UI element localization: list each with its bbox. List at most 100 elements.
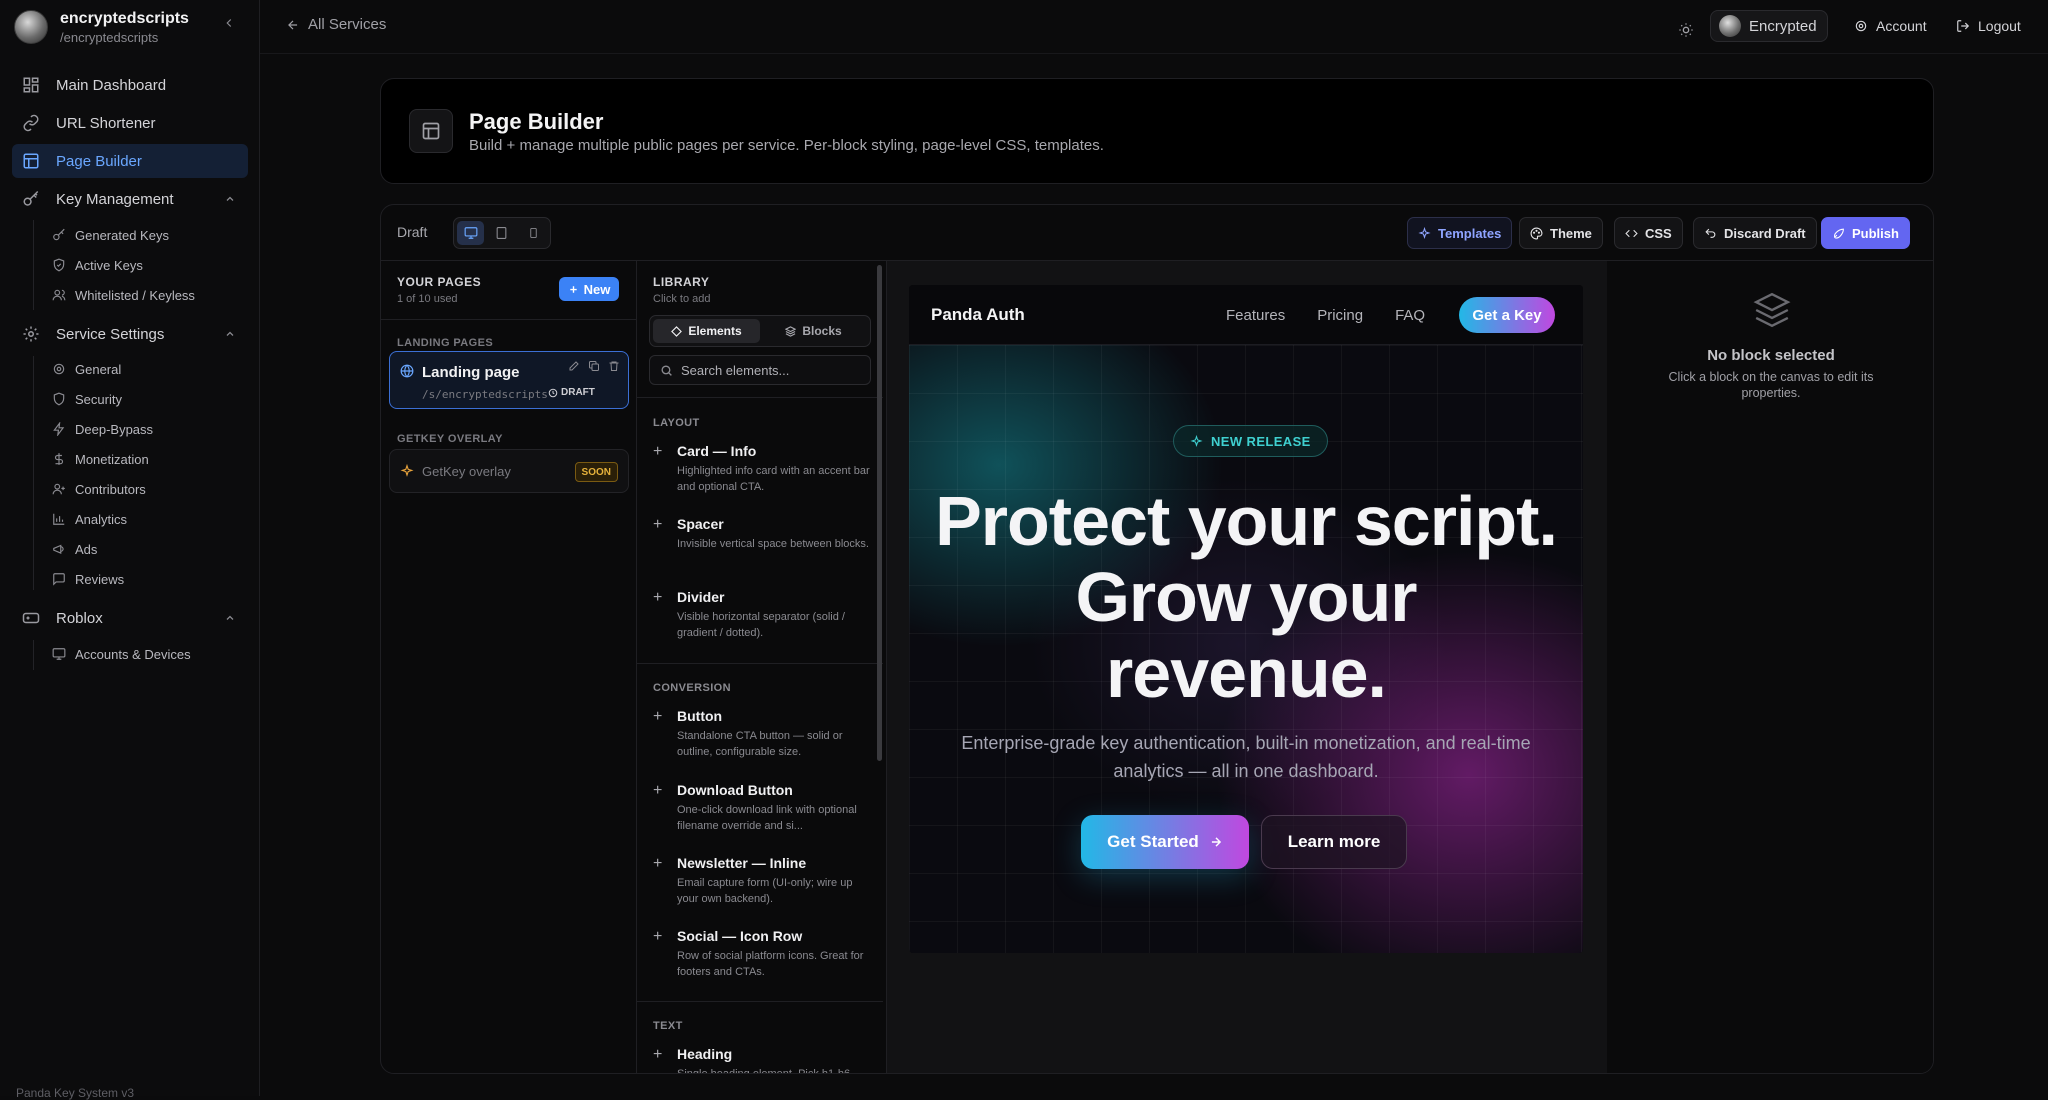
sub-whitelisted[interactable]: Whitelisted / Keyless [52, 282, 195, 308]
no-selection-desc: Click a block on the canvas to edit its … [1668, 370, 1874, 400]
dashboard-icon [22, 76, 40, 94]
sub-label: General [75, 361, 122, 377]
sub-analytics[interactable]: Analytics [52, 506, 127, 532]
nav-roblox[interactable]: Roblox [12, 601, 248, 635]
logout-icon [1956, 19, 1970, 33]
preview-link-faq[interactable]: FAQ [1395, 307, 1425, 324]
sub-general[interactable]: General [52, 356, 121, 382]
status-label: DRAFT [561, 387, 595, 398]
new-label: New [583, 281, 611, 297]
soon-badge: SOON [574, 462, 618, 482]
profile-name: encryptedscripts [60, 10, 189, 27]
chevron-up-icon [224, 193, 236, 205]
library-title: LIBRARY [653, 275, 710, 289]
dollar-icon [52, 452, 66, 466]
publish-button[interactable]: Publish [1821, 217, 1910, 249]
pages-used: 1 of 10 used [397, 293, 458, 305]
search-input[interactable] [681, 362, 861, 378]
nav-service-settings[interactable]: Service Settings [12, 317, 248, 351]
theme-toggle[interactable] [1678, 14, 1694, 46]
sun-icon [1678, 22, 1694, 38]
user-label: Encrypted [1749, 17, 1817, 35]
sub-accounts-devices[interactable]: Accounts & Devices [52, 641, 191, 667]
page-header: Page Builder Build + manage multiple pub… [380, 78, 1934, 184]
new-page-button[interactable]: New [559, 277, 619, 301]
preview-link-pricing[interactable]: Pricing [1317, 307, 1363, 324]
sub-contributors[interactable]: Contributors [52, 476, 146, 502]
mobile-icon[interactable] [520, 221, 547, 245]
pages-title: YOUR PAGES [397, 275, 482, 289]
nav-label: Service Settings [56, 325, 165, 343]
theme-button[interactable]: Theme [1519, 217, 1603, 249]
sub-ads[interactable]: Ads [52, 536, 97, 562]
sub-label: Accounts & Devices [75, 646, 191, 662]
sub-generated-keys[interactable]: Generated Keys [52, 222, 169, 248]
logout-label: Logout [1978, 18, 2021, 34]
page-card-landing[interactable]: Landing page /s/encryptedscripts DRAFT [389, 351, 629, 409]
element-desc: One-click download link with optional fi… [677, 804, 857, 832]
builder: Draft Templates Theme CSS Discard Draft … [380, 204, 1934, 1074]
collapse-sidebar-icon[interactable] [222, 16, 236, 30]
section-conversion: CONVERSION [653, 682, 731, 694]
profile[interactable]: encryptedscripts /encryptedscripts [14, 8, 254, 48]
sub-label: Whitelisted / Keyless [75, 287, 195, 303]
sub-label: Ads [75, 541, 98, 557]
megaphone-icon [52, 542, 66, 556]
trash-icon[interactable] [608, 360, 620, 372]
desktop-icon[interactable] [457, 221, 485, 245]
nav-main-dashboard[interactable]: Main Dashboard [12, 68, 248, 102]
css-button[interactable]: CSS [1614, 217, 1683, 249]
gear-icon [52, 362, 66, 376]
discard-draft-button[interactable]: Discard Draft [1693, 217, 1817, 249]
logout-button[interactable]: Logout [1956, 10, 2021, 42]
nav-label: Key Management [56, 190, 174, 208]
discard-label: Discard Draft [1724, 225, 1806, 241]
preview-link-features[interactable]: Features [1226, 307, 1285, 324]
preview-get-key-button[interactable]: Get a Key [1459, 297, 1555, 333]
back-link[interactable]: All Services [286, 16, 386, 33]
link-icon [22, 114, 40, 132]
nav-url-shortener[interactable]: URL Shortener [12, 106, 248, 140]
sub-monetization[interactable]: Monetization [52, 446, 149, 472]
sub-security[interactable]: Security [52, 386, 122, 412]
page-card-overlay[interactable]: GetKey overlay SOON [389, 449, 629, 493]
element-name: Newsletter — Inline [677, 855, 807, 871]
element-desc: Row of social platform icons. Great for … [677, 950, 864, 978]
sub-deep-bypass[interactable]: Deep-Bypass [52, 416, 153, 442]
preview-hero: NEW RELEASE Protect your script. Grow yo… [909, 345, 1583, 953]
user-menu[interactable]: Encrypted [1710, 10, 1828, 42]
account-button[interactable]: Account [1854, 10, 1927, 42]
tab-blocks[interactable]: Blocks [760, 319, 867, 343]
sub-label: Generated Keys [75, 227, 169, 243]
element-desc: Highlighted info card with an accent bar… [677, 465, 870, 493]
nav-page-builder[interactable]: Page Builder [12, 144, 248, 178]
templates-button[interactable]: Templates [1407, 217, 1513, 249]
nav-key-management[interactable]: Key Management [12, 182, 248, 216]
sub-active-keys[interactable]: Active Keys [52, 252, 143, 278]
account-label: Account [1876, 18, 1927, 34]
element-desc: Email capture form (UI-only; wire up you… [677, 877, 853, 905]
plus-icon: + [653, 589, 663, 606]
tab-elements[interactable]: Elements [653, 319, 760, 343]
gear-icon [22, 325, 40, 343]
tab-label: Elements [688, 324, 742, 338]
library-scrollbar[interactable] [877, 265, 882, 761]
edit-icon[interactable] [568, 360, 580, 372]
tablet-icon[interactable] [488, 221, 515, 245]
avatar [14, 10, 48, 44]
hero-headline: Protect your script. Grow your revenue. [935, 482, 1558, 712]
page-preview[interactable]: Panda Auth Features Pricing FAQ Get a Ke… [909, 285, 1583, 953]
device-switcher [453, 217, 551, 249]
badge-label: NEW RELEASE [1211, 433, 1311, 449]
library-tabs: Elements Blocks [649, 315, 871, 347]
get-started-button[interactable]: Get Started [1081, 815, 1249, 869]
library-panel: LIBRARY Click to add Elements Blocks LAY… [637, 261, 887, 1073]
sparkles-icon [400, 464, 414, 478]
shield-icon [52, 392, 66, 406]
copy-icon[interactable] [588, 360, 600, 372]
hero-lede: Enterprise-grade key authentication, bui… [961, 733, 1531, 781]
sub-reviews[interactable]: Reviews [52, 566, 124, 592]
diamond-icon [671, 325, 683, 337]
section-overlay: GETKEY OVERLAY [397, 433, 503, 445]
learn-more-button[interactable]: Learn more [1261, 815, 1407, 869]
